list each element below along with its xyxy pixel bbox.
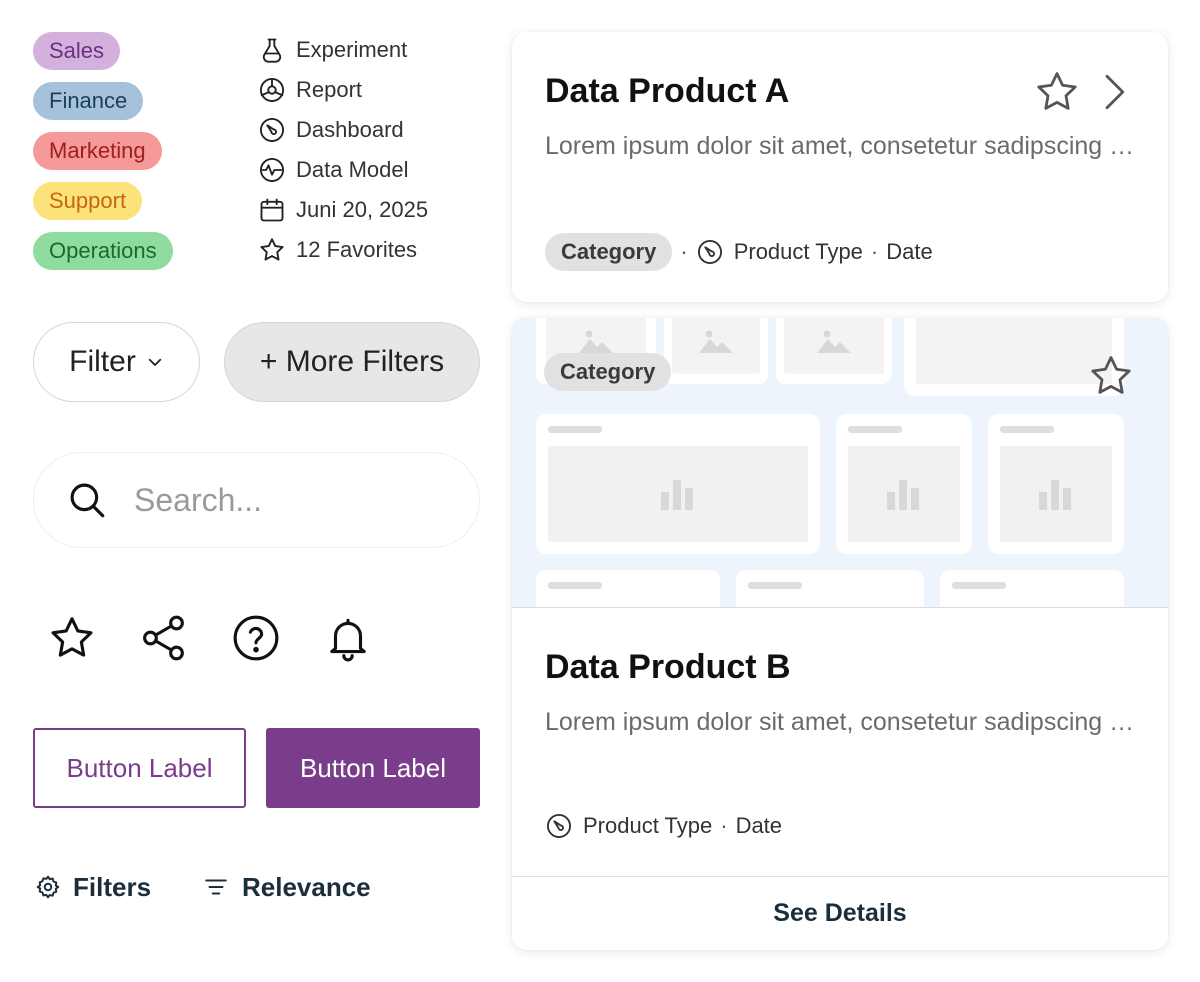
- meta-dashboard: Dashboard: [258, 115, 404, 145]
- secondary-button[interactable]: Button Label: [33, 728, 246, 808]
- meta-date: Juni 20, 2025: [258, 195, 428, 225]
- separator: ·: [720, 813, 728, 838]
- preview-tile-header: [1000, 426, 1054, 433]
- filter-label: Filter: [69, 345, 136, 378]
- gauge-icon: [545, 812, 573, 840]
- meta-data-model-label: Data Model: [296, 157, 409, 182]
- data-product-card-a[interactable]: Data Product A Lorem ipsum dolor sit ame…: [512, 32, 1168, 302]
- card-b-description: Lorem ipsum dolor sit amet, consetetur s…: [545, 708, 1145, 736]
- card-b-title: Data Product B: [545, 648, 791, 686]
- activity-icon: [258, 156, 286, 184]
- tag-finance[interactable]: Finance: [33, 82, 144, 120]
- card-a-description: Lorem ipsum dolor sit amet, consetetur s…: [545, 132, 1145, 160]
- preview-tile: [536, 570, 720, 607]
- relevance-link-label: Relevance: [242, 871, 371, 902]
- preview-tile: [664, 318, 768, 384]
- preview-tile-header: [848, 426, 902, 433]
- data-product-card-b[interactable]: Category Data Product B Lorem ipsum dolo…: [512, 318, 1168, 950]
- card-a-meta-row: Category · Product Type · Date: [545, 233, 933, 271]
- preview-tile: [836, 414, 972, 554]
- calendar-icon: [258, 196, 286, 224]
- help-icon[interactable]: [230, 612, 282, 664]
- bar-chart-placeholder-icon: [548, 446, 808, 542]
- preview-tile-header: [548, 582, 602, 589]
- meta-favorites: 12 Favorites: [258, 235, 417, 265]
- preview-tile: [988, 414, 1124, 554]
- category-badge: Category: [544, 353, 672, 391]
- search-icon: [66, 479, 108, 521]
- more-filters-button[interactable]: + More Filters: [224, 322, 480, 402]
- preview-tile: [776, 318, 892, 384]
- date-label: Date: [886, 239, 933, 264]
- preview-tile-body: [916, 318, 1112, 384]
- card-b-meta-row: Product Type · Date: [545, 807, 782, 845]
- meta-data-model: Data Model: [258, 155, 409, 185]
- preview-tile: [940, 570, 1124, 607]
- preview-tile-header: [952, 582, 1006, 589]
- flask-icon: [258, 36, 286, 64]
- star-icon[interactable]: [46, 612, 98, 664]
- tag-sales[interactable]: Sales: [33, 32, 121, 70]
- preview-tile-header: [548, 426, 602, 433]
- product-type-label: Product Type: [583, 813, 713, 838]
- search-input[interactable]: [134, 481, 434, 519]
- meta-experiment: Experiment: [258, 35, 407, 65]
- filter-dropdown-button[interactable]: Filter: [33, 322, 200, 402]
- product-type-label: Product Type: [733, 239, 863, 264]
- relevance-sort-link[interactable]: Relevance: [202, 870, 371, 904]
- filters-link-label: Filters: [73, 871, 152, 902]
- bar-chart-placeholder-icon: [1000, 446, 1112, 542]
- preview-tile: [736, 570, 924, 607]
- meta-experiment-label: Experiment: [296, 37, 408, 62]
- chevron-right-icon[interactable]: [1096, 70, 1132, 114]
- tag-marketing[interactable]: Marketing: [33, 132, 162, 170]
- favorite-star-icon[interactable]: [1086, 352, 1136, 400]
- category-badge: Category: [545, 233, 673, 271]
- gauge-icon: [258, 116, 286, 144]
- bell-icon[interactable]: [322, 612, 374, 664]
- share-icon[interactable]: [138, 612, 190, 664]
- gauge-icon: [696, 238, 724, 266]
- primary-button[interactable]: Button Label: [266, 728, 480, 808]
- search-bar: [33, 452, 480, 548]
- meta-date-label: Juni 20, 2025: [296, 197, 429, 222]
- pie-chart-icon: [258, 76, 286, 104]
- meta-dashboard-label: Dashboard: [296, 117, 404, 142]
- tag-operations[interactable]: Operations: [33, 232, 173, 270]
- meta-favorites-label: 12 Favorites: [296, 237, 418, 262]
- tag-support[interactable]: Support: [33, 182, 143, 220]
- meta-report-label: Report: [296, 77, 363, 102]
- gear-icon: [35, 874, 73, 900]
- favorite-star-icon[interactable]: [1032, 70, 1082, 114]
- filters-link[interactable]: Filters: [35, 870, 151, 904]
- meta-report: Report: [258, 75, 362, 105]
- separator: ·: [680, 239, 688, 264]
- bar-chart-placeholder-icon: [848, 446, 960, 542]
- date-label: Date: [735, 813, 783, 838]
- preview-tile-header: [748, 582, 802, 589]
- chevron-down-icon: [146, 353, 164, 371]
- image-placeholder-icon: [784, 318, 884, 374]
- image-placeholder-icon: [672, 318, 760, 374]
- preview-tile: [536, 414, 820, 554]
- sort-lines-icon: [202, 874, 242, 900]
- separator: ·: [870, 239, 879, 264]
- card-a-title: Data Product A: [545, 72, 790, 110]
- star-icon: [258, 236, 286, 264]
- see-details-button[interactable]: See Details: [512, 876, 1168, 950]
